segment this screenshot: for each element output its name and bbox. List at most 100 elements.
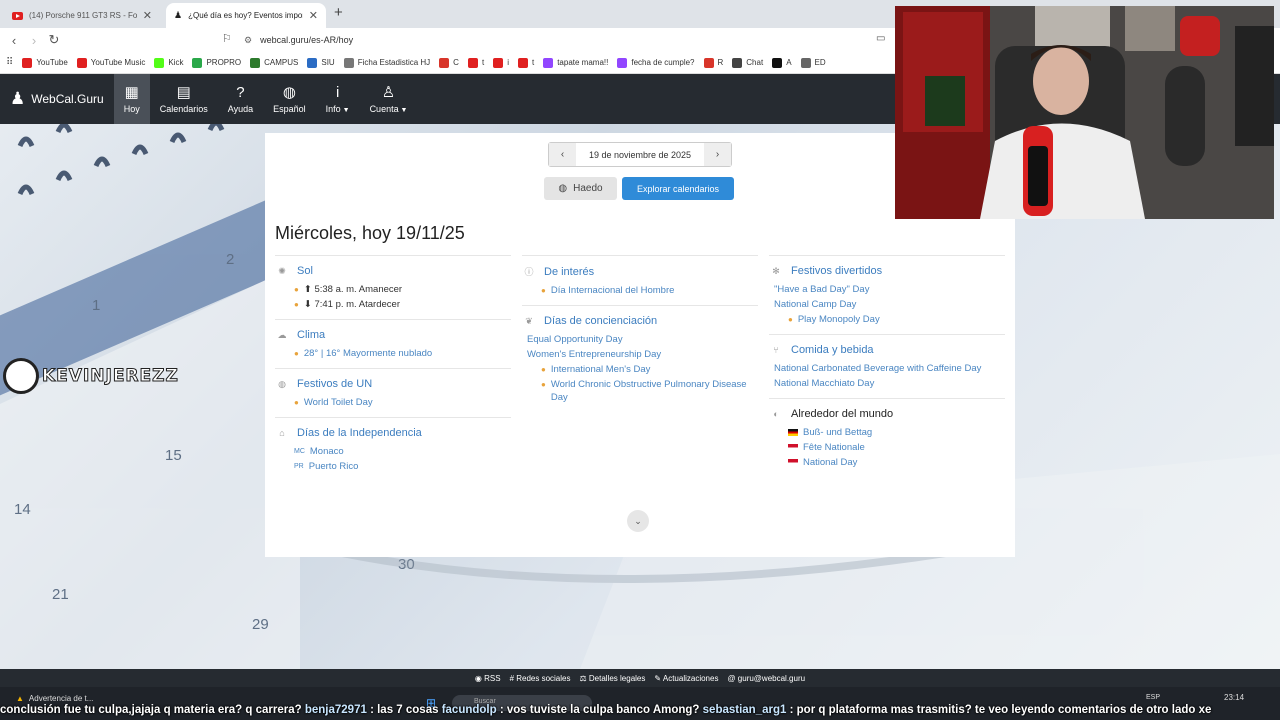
bookmark-youtube-music[interactable]: YouTube Music [76,57,145,68]
footer-link-label: Actualizaciones [662,673,719,683]
bookmark-tapate-mama[interactable]: tapate mama!! [543,57,608,68]
bookmark-kick[interactable]: Kick [154,57,183,68]
sparkle-icon: ✎ [654,673,663,683]
clock[interactable]: 23:14 [1224,693,1244,702]
event-link[interactable]: Fête Nationale [769,441,1005,454]
section-heading[interactable]: ⓘ De interés [522,265,758,278]
bookmark-ed[interactable]: ED [800,57,826,68]
event-link[interactable]: National Carbonated Beverage with Caffei… [769,362,1005,375]
section-heading[interactable]: ✻ Festivos divertidos [769,265,1005,277]
nav-item-espanol[interactable]: ◍ Español [263,74,316,124]
footer-link-detalles-legales[interactable]: ⚖ Detalles legales [579,674,645,683]
bookmark-i[interactable]: i [493,57,509,68]
event-link[interactable]: National Camp Day [769,298,1005,311]
bookmark-a[interactable]: A [772,57,792,68]
cast-icon[interactable]: ▭ [876,33,885,44]
bookmark-siu[interactable]: SIU [307,57,335,68]
chat-username: benja72971 [304,704,367,716]
event-link[interactable]: MC Monaco [275,445,511,458]
nav-item-ayuda[interactable]: ? Ayuda [218,74,263,124]
section-heading[interactable]: ◐ Alrededor del mundo [769,408,1005,420]
bookmark-icon[interactable]: ⚐ [222,32,232,45]
bookmark-r[interactable]: R [703,57,723,68]
nav-item-info[interactable]: i Info ▼ [316,74,360,124]
event-emoji-icon: ● [294,398,299,407]
bookmark-chat[interactable]: Chat [732,57,763,68]
explore-calendars-button[interactable]: Explorar calendarios [622,177,734,200]
bookmark-favicon-icon [617,57,628,68]
event-link[interactable]: ● International Men's Day [522,363,758,376]
new-tab-button[interactable]: + [334,4,343,21]
help-icon: ? [236,83,245,101]
globe-icon: ◍ [282,83,296,101]
footer-link-guru-webcal-guru[interactable]: @ guru@webcal.guru [727,674,805,683]
apps-icon[interactable]: ⠿ [6,57,13,68]
section-heading[interactable]: ⑂ Comida y bebida [769,344,1005,356]
reload-icon[interactable]: ↻ [44,32,64,48]
site-logo[interactable]: ♟ WebCal.Guru [0,74,114,124]
event-link[interactable]: Buß- und Bettag [769,426,1005,439]
section-title: Sol [297,265,313,277]
prev-day-button[interactable]: ‹ [549,143,576,166]
event-link[interactable]: Women's Entrepreneurship Day [522,348,758,361]
section-heading[interactable]: ⌂ Días de la Independencia [275,427,511,439]
url-input[interactable]: ⚙ webcal.guru/es-AR/hoy [244,31,884,49]
event-text: National Macchiato Day [774,378,875,389]
bookmark-youtube[interactable]: YouTube [22,57,68,68]
event-link[interactable]: ● Play Monopoly Day [769,313,1005,326]
footer-link-redes-sociales[interactable]: # Redes sociales [510,674,571,683]
country-code: PR [294,463,304,470]
bookmark-campus[interactable]: CAMPUS [250,57,298,68]
expand-more-button[interactable]: ⌄ [627,510,649,532]
section-heading[interactable]: ✺ Sol [275,265,511,277]
nav-label-row: Calendarios [160,104,208,114]
location-button[interactable]: ◍ Haedo [544,177,617,200]
bookmark-favicon-icon [543,57,554,68]
current-date[interactable]: 19 de noviembre de 2025 [576,143,704,166]
youtube-icon [12,11,23,20]
bookmark-propro[interactable]: PROPRO [192,57,241,68]
bookmark-favicon-icon [703,57,714,68]
event-link[interactable]: ● World Toilet Day [275,396,511,409]
caret-down-icon: ▼ [340,106,350,114]
tab-youtube[interactable]: (14) Porsche 911 GT3 RS - Forza Horizon … [4,3,160,28]
footer-link-label: RSS [484,673,501,683]
event-link[interactable]: ● ⬇ 7:41 p. m. Atardecer [275,298,511,311]
bookmark-c[interactable]: C [439,57,459,68]
back-icon[interactable]: ‹ [4,33,24,48]
bookmark-t[interactable]: t [517,57,534,68]
event-link[interactable]: National Day [769,456,1005,469]
forward-icon[interactable]: › [24,33,44,48]
event-link[interactable]: PR Puerto Rico [275,460,511,473]
page-title: Miércoles, hoy 19/11/25 [275,223,465,243]
site-info-icon[interactable]: ⚙ [244,35,252,46]
bookmark-t[interactable]: t [467,57,484,68]
event-link[interactable]: "Have a Bad Day" Day [769,283,1005,296]
bookmark-ficha-estadistica-hj[interactable]: Ficha Estadistica HJ [343,57,430,68]
nav-item-calendarios[interactable]: ▤ Calendarios [150,74,218,124]
event-link[interactable]: Equal Opportunity Day [522,333,758,346]
event-link[interactable]: ● Día Internacional del Hombre [522,284,758,297]
bookmark-favicon-icon [22,57,33,68]
footer-link-rss[interactable]: ◉ RSS [475,674,501,683]
event-link[interactable]: National Macchiato Day [769,377,1005,390]
footer-link-actualizaciones[interactable]: ✎ Actualizaciones [654,674,718,683]
close-icon[interactable]: ✕ [143,9,152,22]
event-link[interactable]: ● ⬆ 5:38 a. m. Amanecer [275,283,511,296]
bookmark-fecha-de-cumple[interactable]: fecha de cumple? [617,57,695,68]
language-indicator[interactable]: ESP [1146,694,1160,701]
nav-item-cuenta[interactable]: ♙ Cuenta ▼ [360,74,418,124]
webcal-icon: ♟ [174,10,183,20]
section-heading[interactable]: ☁ Clima [275,329,511,341]
section-heading[interactable]: ◍ Festivos de UN [275,378,511,390]
taskbar-notification[interactable]: ▲ Advertencia de t... [16,694,93,703]
event-link[interactable]: ● 28° | 16° Mayormente nublado [275,347,511,360]
next-day-button[interactable]: › [704,143,731,166]
nav-item-hoy[interactable]: ▦ Hoy [113,74,150,124]
close-icon[interactable]: ✕ [309,9,318,22]
nav-label: Español [273,103,306,114]
event-link[interactable]: ● World Chronic Obstructive Pulmonary Dis… [522,378,758,404]
section-festivos-de-un: ◍ Festivos de UN ● World Toilet Day [275,368,511,417]
tab-webcal[interactable]: ♟ ¿Qué día es hoy? Eventos importantes ✕ [166,3,326,28]
section-heading[interactable]: ❦ Días de concienciación [522,315,758,327]
